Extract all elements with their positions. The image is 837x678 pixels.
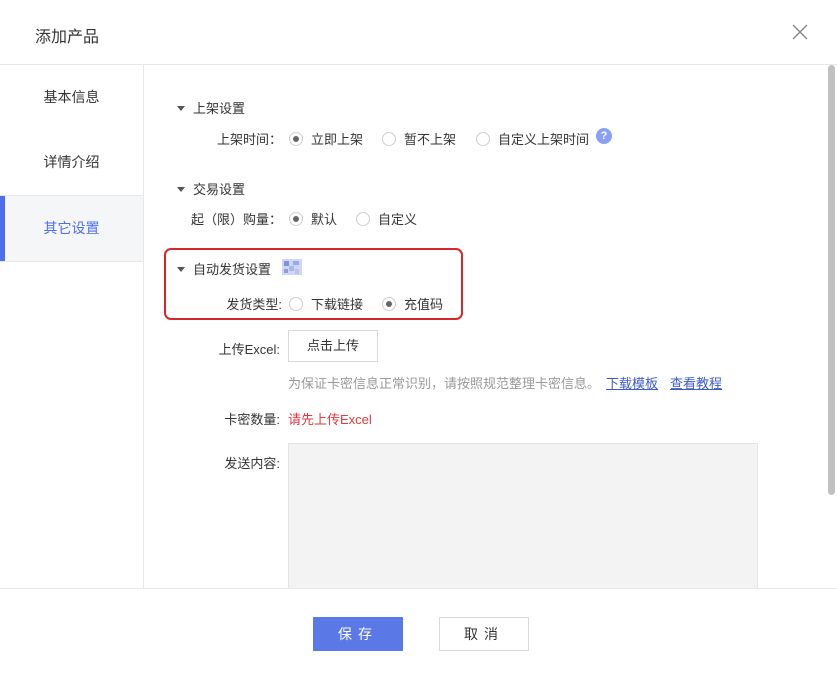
radio-circle [289,211,303,226]
download-template-link[interactable]: 下载模板 [606,376,658,391]
caret-down-icon [177,106,185,111]
trade-section-title[interactable]: 交易设置 [177,179,245,198]
radio-circle [289,296,303,311]
radio-ship-recharge-code[interactable]: 充值码 [382,294,443,313]
radio-circle [289,131,303,146]
send-content-label: 发送内容: [224,456,280,471]
upload-excel-label: 上传Excel: [218,342,280,357]
listing-time-label: 上架时间： [216,132,282,147]
close-icon[interactable] [791,23,809,41]
upload-hint: 为保证卡密信息正常识别，请按照规范整理卡密信息。 下载模板 查看教程 [288,376,723,391]
card-count-value: 请先上传Excel [288,412,372,427]
radio-circle [382,131,396,146]
cancel-button[interactable]: 取消 [439,617,529,651]
qr-code-icon [282,259,302,275]
radio-circle [382,296,396,311]
radio-list-later[interactable]: 暂不上架 [382,129,456,148]
view-tutorial-link[interactable]: 查看教程 [670,376,722,391]
help-icon[interactable]: ? [596,128,612,144]
sidebar-nav: 基本信息 详情介绍 其它设置 [0,65,144,588]
upload-button[interactable]: 点击上传 [288,330,378,362]
ship-type-label: 发货类型: [226,297,282,312]
sidebar-item-other-settings[interactable]: 其它设置 [0,196,143,261]
dialog-footer [0,588,837,678]
send-content-textarea[interactable] [288,443,758,593]
purchase-quantity-label: 起（限）购量： [190,212,282,227]
sidebar-item-basic-info[interactable]: 基本信息 [0,65,143,130]
radio-quantity-default[interactable]: 默认 [289,209,337,228]
add-product-dialog: 添加产品 基本信息 详情介绍 其它设置 上架设置 上架时间： 立即上架 暂不上架… [0,0,837,678]
radio-circle [356,211,370,226]
caret-down-icon [177,187,185,192]
auto-ship-section-title[interactable]: 自动发货设置 [177,259,271,278]
save-button[interactable]: 保存 [313,617,403,651]
radio-ship-download-link[interactable]: 下载链接 [289,294,363,313]
nav-divider [0,261,143,262]
sidebar-item-details[interactable]: 详情介绍 [0,130,143,195]
scrollbar[interactable] [828,65,835,495]
radio-list-custom-time[interactable]: 自定义上架时间 [476,129,589,148]
radio-list-now[interactable]: 立即上架 [289,129,363,148]
card-count-label: 卡密数量: [224,412,280,427]
dialog-header: 添加产品 [0,0,837,65]
radio-quantity-custom[interactable]: 自定义 [356,209,417,228]
caret-down-icon [177,267,185,272]
listing-section-title[interactable]: 上架设置 [177,98,245,117]
radio-circle [476,131,490,146]
dialog-title: 添加产品 [35,29,100,46]
